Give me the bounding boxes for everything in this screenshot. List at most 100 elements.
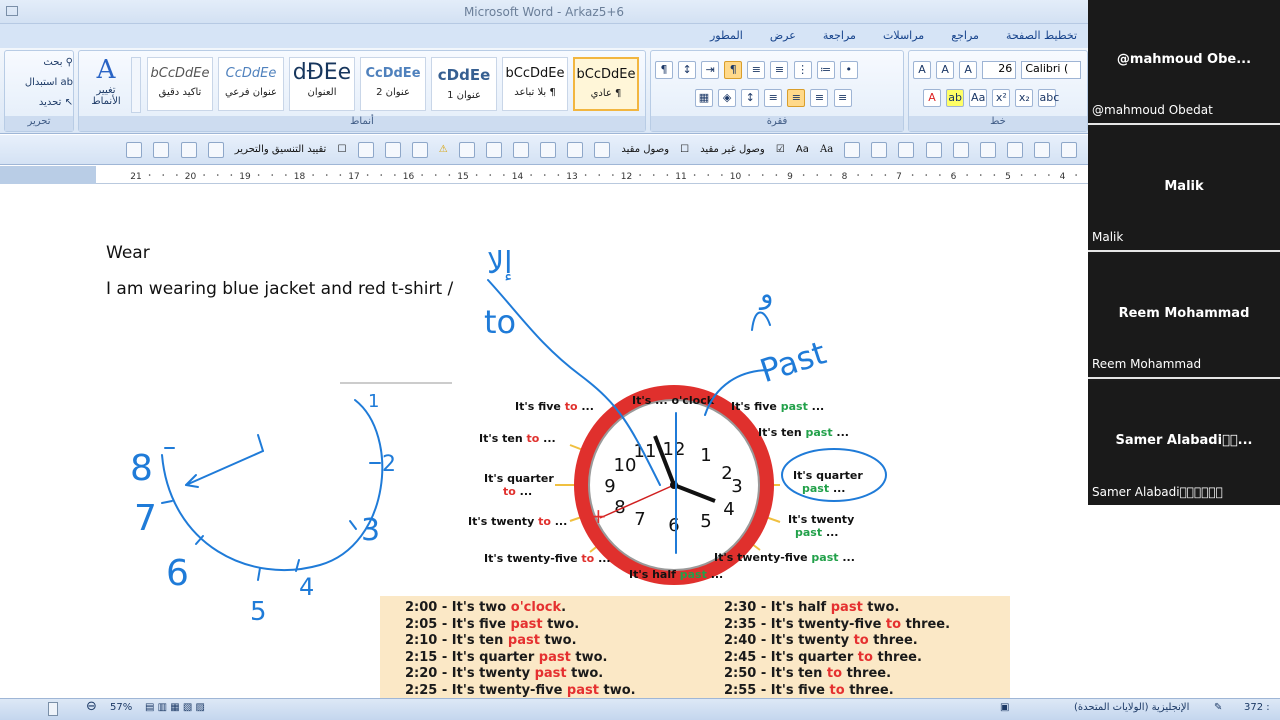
toolbar-icon[interactable] [979,142,996,158]
checkbox-icon[interactable]: ☐ [680,141,689,159]
align-left-icon[interactable]: ≡ [833,88,852,107]
toolbar-icon[interactable] [898,142,915,158]
document-page[interactable]: Wear I am wearing blue jacket and red t-… [0,185,1088,698]
toolbar-icon[interactable] [458,142,475,158]
macro-icon[interactable]: ▣ [1000,702,1009,713]
shading-icon[interactable]: ◈ [718,88,737,107]
style-normal[interactable]: bCcDdEe ¶ عادي [573,57,639,111]
toolbar-icon[interactable] [384,142,401,158]
participant-tile[interactable]: @mahmoud Obe... @mahmoud Obedat [1088,0,1280,125]
style-subtle-emphasis[interactable]: bCcDdEe تأكيد دقيق [147,57,213,111]
participant-tile[interactable]: Malik Malik [1088,127,1280,252]
superscript-icon[interactable]: x² [992,88,1011,107]
find-button[interactable]: ⚲ بحث [13,53,73,73]
toolbar-icon[interactable] [1061,142,1077,158]
toolbar-icon[interactable] [540,142,557,158]
label-ten-to: It's ten to ... [479,432,556,445]
participant-tile[interactable]: Reem Mohammad Reem Mohammad [1088,254,1280,379]
multilevel-list-icon[interactable]: ⋮ [793,60,812,79]
toolbar-icon[interactable] [180,142,197,158]
style-no-spacing[interactable]: bCcDdEe ¶ بلا تباعد [502,57,568,111]
toolbar-icon[interactable] [207,142,224,158]
ink-num-8: 8 [130,448,153,489]
select-button[interactable]: ↖ تحديد [13,93,73,113]
change-styles-button[interactable]: A تغيير الأنماط [83,55,129,115]
ruler-tick [216,174,219,176]
toolbar-icon[interactable] [925,142,942,158]
justify-icon[interactable]: ≡ [764,88,783,107]
style-heading-1[interactable]: cDdEe عنوان 1 [431,57,497,111]
font-size-field[interactable]: 26 [982,60,1017,79]
tab-page-layout[interactable]: تخطيط الصفحة [995,24,1088,48]
increase-indent-icon[interactable]: ≡ [747,60,766,79]
borders-icon[interactable]: ▦ [695,88,713,107]
strikethrough-icon[interactable]: abc [1038,88,1059,107]
language-indicator[interactable]: الإنجليزية (الولايات المتحدة) [1074,702,1189,713]
ruler-label: 17 [348,172,359,182]
tab-view[interactable]: عرض [759,24,807,48]
center-icon[interactable]: ≡ [810,88,829,107]
ruler-tick [1075,174,1077,176]
toolbar-icon[interactable] [153,142,170,158]
clear-format-icon[interactable]: A [913,60,931,79]
style-title[interactable]: dÐEe العنوان [289,57,355,111]
tab-developer[interactable]: المطور [699,24,754,48]
toolbar-icon[interactable] [411,142,428,158]
checkbox-icon[interactable]: ☐ [337,141,346,159]
ruler-tick [748,174,750,176]
restrict-editing-label[interactable]: تقييد التنسيق والتحرير [235,141,327,159]
change-case-icon[interactable]: Aa [969,88,988,107]
toolbar-icon[interactable] [1006,142,1023,158]
show-marks-icon[interactable]: ¶ [655,60,673,79]
tab-review[interactable]: مراجعة [812,24,867,48]
zoom-out-icon[interactable]: ⊖ [86,699,97,714]
toolbar-icon[interactable] [844,142,861,158]
view-buttons[interactable]: ▤ ▥ ▦ ▧ ▨ [145,702,205,713]
paragraph-group-label: فقرة [651,116,903,131]
decrease-indent-icon[interactable]: ≡ [770,60,789,79]
style-name: العنوان [307,87,337,98]
participant-tile[interactable]: Samer Alabadi  ... Samer Alabadi       [1088,381,1280,505]
highlight-icon[interactable]: ab [946,88,965,107]
numbering-icon[interactable]: ≔ [816,60,835,79]
toolbar-icon[interactable] [357,142,374,158]
style-heading-2[interactable]: CcDdEe عنوان 2 [360,57,426,111]
style-subtitle[interactable]: CcDdEe عنوان فرعي [218,57,284,111]
linked-access-label[interactable]: وصول مقيد [621,141,669,159]
rtl-icon[interactable]: ¶ [724,60,743,79]
sort-icon[interactable]: ↕ [678,60,697,79]
toolbar-icon[interactable] [952,142,969,158]
align-right-icon[interactable]: ≡ [787,88,806,107]
tab-references[interactable]: مراجع [940,24,990,48]
globe-icon[interactable] [485,142,502,158]
shrink-font-icon[interactable]: A [936,60,955,79]
bullets-icon[interactable]: • [839,60,858,79]
zoom-level[interactable]: 57% [110,702,132,713]
word-count[interactable]: 372 : [1244,702,1270,713]
tab-mailings[interactable]: مراسلات [872,24,935,48]
toolbar-icon[interactable] [513,142,530,158]
font-color-icon[interactable]: A [923,88,941,107]
line-spacing-icon[interactable]: ↕ [741,88,760,107]
font-name-field[interactable]: Calibri ( [1021,60,1082,79]
ruler-tick [148,174,151,176]
toolbar-icon[interactable] [126,142,143,158]
text-style-icon[interactable]: Aa [820,141,833,159]
text-style-icon[interactable]: Aa [796,141,809,159]
zoom-slider-thumb-icon[interactable] [48,702,58,716]
proofing-icon[interactable]: ✎ [1214,702,1222,713]
horizontal-ruler[interactable]: 21 20 19 18 17 16 15 14 13 12 11 10 9 8 7 6 5 4 [96,166,1105,184]
check-icon[interactable]: ☑ [776,141,785,159]
subscript-icon[interactable]: x₂ [1015,88,1034,107]
warning-icon[interactable]: ⚠ [439,141,448,159]
toolbar-icon[interactable] [1033,142,1050,158]
unlinked-access-label[interactable]: وصول غير مقيد [700,141,765,159]
replace-button[interactable]: ab استبدال [13,73,73,93]
toolbar-icon[interactable] [871,142,888,158]
toolbar-icon[interactable] [567,142,584,158]
grow-font-icon[interactable]: A [959,60,978,79]
ltr-icon[interactable]: ⇥ [701,60,720,79]
pen-icon[interactable] [594,142,611,158]
styles-scroll[interactable] [131,57,141,113]
font-group-label: خط [909,116,1087,131]
